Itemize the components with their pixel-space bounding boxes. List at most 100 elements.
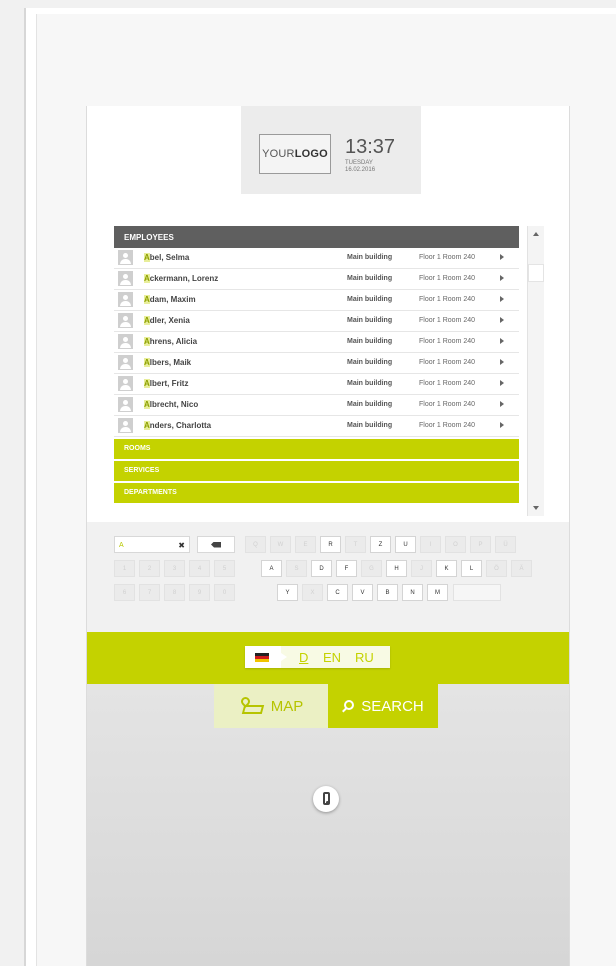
- key-z[interactable]: Z: [370, 536, 391, 553]
- employee-room: Floor 1 Room 240: [419, 296, 476, 303]
- key-ö[interactable]: Ö: [486, 560, 507, 577]
- key-j[interactable]: J: [411, 560, 432, 577]
- arrow-right-icon[interactable]: [500, 296, 504, 302]
- name-rest: dam, Maxim: [149, 295, 196, 304]
- employee-room: Floor 1 Room 240: [419, 380, 476, 387]
- search-tab[interactable]: SEARCH: [328, 684, 438, 728]
- key-n[interactable]: N: [402, 584, 423, 601]
- key-5[interactable]: 5: [214, 560, 235, 577]
- key-v[interactable]: V: [352, 584, 373, 601]
- key-a[interactable]: A: [261, 560, 282, 577]
- employee-name: Adam, Maxim: [144, 295, 196, 304]
- key-o[interactable]: O: [445, 536, 466, 553]
- search-input[interactable]: A ✖: [114, 536, 190, 553]
- key-4[interactable]: 4: [189, 560, 210, 577]
- keyboard-area: A ✖ QWERTZUIOPÜ 12345 ASDFGHJKLÖÄ 67890 YXCV…: [87, 522, 569, 632]
- key-k[interactable]: K: [436, 560, 457, 577]
- language-band: D EN RU: [87, 632, 569, 684]
- scroll-up-icon[interactable]: [533, 232, 539, 236]
- employee-name: Anders, Charlotta: [144, 421, 211, 430]
- name-rest: ckermann, Lorenz: [149, 274, 219, 283]
- mobile-phone-button[interactable]: [313, 786, 339, 812]
- arrow-right-icon[interactable]: [500, 338, 504, 344]
- key-r[interactable]: R: [320, 536, 341, 553]
- person-icon: [118, 250, 133, 265]
- language-option-ru[interactable]: RU: [355, 650, 374, 665]
- key-s[interactable]: S: [286, 560, 307, 577]
- arrow-right-icon[interactable]: [500, 254, 504, 260]
- person-icon: [118, 313, 133, 328]
- arrow-right-icon[interactable]: [500, 401, 504, 407]
- key-3[interactable]: 3: [164, 560, 185, 577]
- key-t[interactable]: T: [345, 536, 366, 553]
- backspace-button[interactable]: [197, 536, 235, 553]
- arrow-right-icon[interactable]: [500, 359, 504, 365]
- language-option-d[interactable]: D: [299, 650, 308, 665]
- category-rooms[interactable]: ROOMS: [114, 439, 519, 459]
- map-icon: [238, 695, 265, 715]
- key-p[interactable]: P: [470, 536, 491, 553]
- employee-row[interactable]: Albrecht, Nico Main building Floor 1 Room …: [114, 395, 519, 416]
- employee-row[interactable]: Ahrens, Alicia Main building Floor 1 Room …: [114, 332, 519, 353]
- employee-name: Albrecht, Nico: [144, 400, 198, 409]
- employee-row[interactable]: Albers, Maik Main building Floor 1 Room 24…: [114, 353, 519, 374]
- key-2[interactable]: 2: [139, 560, 160, 577]
- key-1[interactable]: 1: [114, 560, 135, 577]
- arrow-right-icon[interactable]: [500, 422, 504, 428]
- name-rest: nders, Charlotta: [149, 421, 212, 430]
- name-rest: hrens, Alicia: [149, 337, 198, 346]
- employee-name: Abel, Selma: [144, 253, 189, 262]
- key-l[interactable]: L: [461, 560, 482, 577]
- employee-row[interactable]: Anders, Charlotta Main building Floor 1 Ro…: [114, 416, 519, 437]
- key-c[interactable]: C: [327, 584, 348, 601]
- key-b[interactable]: B: [377, 584, 398, 601]
- key-9[interactable]: 9: [189, 584, 210, 601]
- key-6[interactable]: 6: [114, 584, 135, 601]
- key-u[interactable]: U: [395, 536, 416, 553]
- scroll-thumb[interactable]: [528, 264, 544, 282]
- person-icon: [118, 355, 133, 370]
- key-i[interactable]: I: [420, 536, 441, 553]
- category-departments[interactable]: DEPARTMENTS: [114, 483, 519, 503]
- map-tab[interactable]: MAP: [214, 684, 328, 728]
- language-option-en[interactable]: EN: [323, 650, 341, 665]
- key-g[interactable]: G: [361, 560, 382, 577]
- key-d[interactable]: D: [311, 560, 332, 577]
- logo-clock-box: YOUR LOGO 13:37 TUESDAY 16.02.2016: [241, 106, 421, 194]
- arrow-right-icon[interactable]: [500, 275, 504, 281]
- employee-row[interactable]: Adler, Xenia Main building Floor 1 Room 24…: [114, 311, 519, 332]
- key-8[interactable]: 8: [164, 584, 185, 601]
- category-services[interactable]: SERVICES: [114, 461, 519, 481]
- map-tab-label: MAP: [270, 697, 304, 715]
- person-icon: [118, 334, 133, 349]
- logo-text-light: YOUR: [262, 148, 295, 160]
- clear-icon[interactable]: ✖: [178, 537, 185, 554]
- arrow-right-icon[interactable]: [500, 317, 504, 323]
- employee-building: Main building: [347, 401, 393, 408]
- key-f[interactable]: F: [336, 560, 357, 577]
- key-e[interactable]: E: [295, 536, 316, 553]
- key-0[interactable]: 0: [214, 584, 235, 601]
- key-7[interactable]: 7: [139, 584, 160, 601]
- employee-row[interactable]: Ackermann, Lorenz Main building Floor 1 Ro…: [114, 269, 519, 290]
- employee-row[interactable]: Abel, Selma Main building Floor 1 Room 240: [114, 248, 519, 269]
- employee-building: Main building: [347, 380, 393, 387]
- key-q[interactable]: Q: [245, 536, 266, 553]
- key-w[interactable]: W: [270, 536, 291, 553]
- space-key[interactable]: [453, 584, 501, 601]
- scroll-down-icon[interactable]: [533, 506, 539, 510]
- directory-scrollbar[interactable]: [527, 226, 544, 516]
- key-y[interactable]: Y: [277, 584, 298, 601]
- key-x[interactable]: X: [302, 584, 323, 601]
- key-h[interactable]: H: [386, 560, 407, 577]
- employee-row[interactable]: Adam, Maxim Main building Floor 1 Room 240: [114, 290, 519, 311]
- key-ä[interactable]: Ä: [511, 560, 532, 577]
- key-m[interactable]: M: [427, 584, 448, 601]
- employee-room: Floor 1 Room 240: [419, 359, 476, 366]
- arrow-right-icon[interactable]: [500, 380, 504, 386]
- key-ü[interactable]: Ü: [495, 536, 516, 553]
- employee-row[interactable]: Albert, Fritz Main building Floor 1 Room 2…: [114, 374, 519, 395]
- employee-room: Floor 1 Room 240: [419, 317, 476, 324]
- employees-header[interactable]: EMPLOYEES: [114, 226, 519, 248]
- person-icon: [118, 292, 133, 307]
